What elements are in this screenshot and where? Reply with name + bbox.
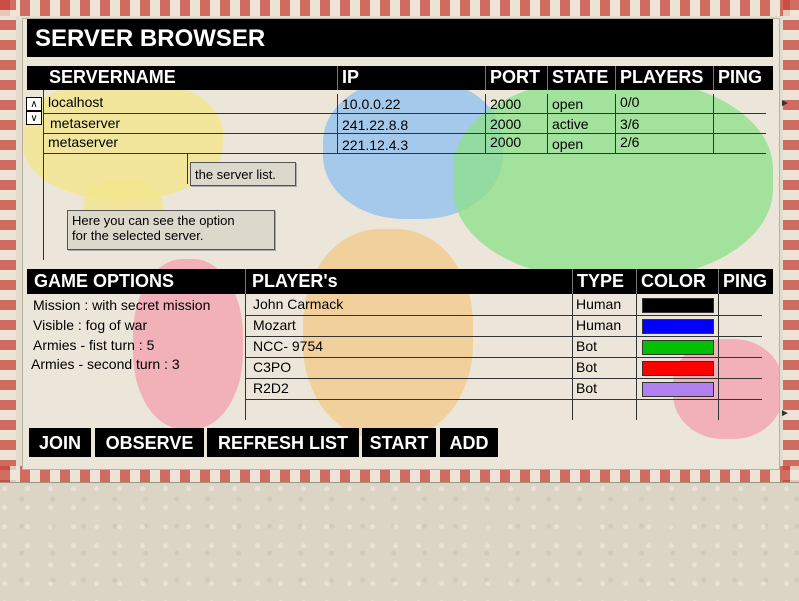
frame-border-top [0, 0, 799, 16]
game-options-header-bar: GAME OPTIONS PLAYER's TYPE COLOR PING [27, 269, 773, 294]
player-type: Human [576, 317, 622, 333]
option-mission: Mission : with secret mission [33, 297, 211, 313]
server-ip: 10.0.0.22 [337, 94, 485, 113]
col-ping[interactable]: PING [713, 66, 773, 90]
window-title: SERVER BROWSER [27, 19, 773, 57]
player-color-swatch[interactable] [642, 382, 714, 397]
col-type[interactable]: TYPE [572, 269, 636, 294]
server-port: 2000 [485, 114, 547, 133]
game-options-title: GAME OPTIONS [34, 271, 175, 291]
server-table-header: SERVERNAME IP PORT STATE PLAYERS PING [27, 66, 773, 90]
player-color-swatch[interactable] [642, 298, 714, 313]
player-type: Human [576, 296, 622, 312]
observe-button[interactable]: OBSERVE [95, 428, 204, 457]
col-servername[interactable]: SERVERNAME [45, 66, 337, 90]
col-state[interactable]: STATE [547, 66, 615, 90]
refresh-list-button[interactable]: REFRESH LIST [207, 428, 359, 457]
server-row[interactable]: localhost 10.0.0.22 2000 open 0/0 [44, 94, 766, 114]
player-color-swatch[interactable] [642, 361, 714, 376]
server-players: 2/6 [615, 134, 713, 153]
server-port: 2000 [485, 94, 547, 113]
server-state: active [547, 114, 615, 133]
start-button[interactable]: START [362, 428, 436, 457]
server-name: metaserver [50, 115, 121, 131]
player-type: Bot [576, 380, 598, 396]
server-port: 2000 [485, 134, 547, 153]
server-ip: 241.22.8.8 [337, 114, 485, 133]
join-button[interactable]: JOIN [29, 428, 91, 457]
col-ip[interactable]: IP [337, 66, 485, 90]
arrow-right-icon: ► [780, 98, 790, 109]
col-players[interactable]: PLAYERS [615, 66, 713, 90]
player-name: NCC- 9754 [253, 338, 324, 354]
col-player[interactable]: PLAYER's [245, 269, 572, 294]
server-ip: 221.12.4.3 [337, 134, 485, 153]
tooltip-server-list: the server list. [190, 162, 296, 186]
chevron-down-icon: ∨ [30, 113, 38, 124]
server-row[interactable]: metaserver 241.22.8.8 2000 active 3/6 [44, 114, 766, 134]
server-ping [713, 114, 766, 133]
player-name: Mozart [253, 317, 296, 333]
tooltip-server-options: Here you can see the option for the sele… [67, 210, 275, 250]
col-color[interactable]: COLOR [636, 269, 718, 294]
option-armies-first: Armies - fist turn : 5 [33, 337, 155, 353]
frame-border-left [0, 0, 16, 482]
server-name: metaserver [48, 134, 119, 150]
player-type: Bot [576, 338, 598, 354]
server-name: localhost [48, 94, 104, 110]
tooltip-line: Here you can see the option [72, 213, 235, 228]
player-color-swatch[interactable] [642, 319, 714, 334]
option-armies-second: Armies - second turn : 3 [31, 356, 180, 372]
server-players: 0/0 [615, 94, 713, 113]
server-ping [713, 94, 766, 113]
player-type: Bot [576, 359, 598, 375]
server-state: open [547, 94, 615, 113]
tooltip-line: for the selected server. [72, 228, 204, 243]
column-divider [187, 154, 188, 184]
scroll-down-button[interactable]: ∨ [26, 111, 42, 125]
player-name: John Carmack [253, 296, 344, 312]
server-ping [713, 134, 766, 153]
scroll-up-button[interactable]: ∧ [26, 97, 42, 111]
arrow-right-icon: ► [780, 408, 790, 419]
col-ping[interactable]: PING [718, 269, 773, 294]
col-port[interactable]: PORT [485, 66, 547, 90]
player-name: R2D2 [253, 380, 289, 396]
lower-panel [0, 482, 799, 601]
server-row[interactable]: metaserver 221.12.4.3 2000 open 2/6 [44, 134, 766, 154]
server-players: 3/6 [615, 114, 713, 133]
server-state: open [547, 134, 615, 153]
player-name: C3PO [253, 359, 292, 375]
add-button[interactable]: ADD [440, 428, 498, 457]
player-color-swatch[interactable] [642, 340, 714, 355]
option-visible: Visible : fog of war [33, 317, 148, 333]
chevron-up-icon: ∧ [30, 99, 38, 110]
